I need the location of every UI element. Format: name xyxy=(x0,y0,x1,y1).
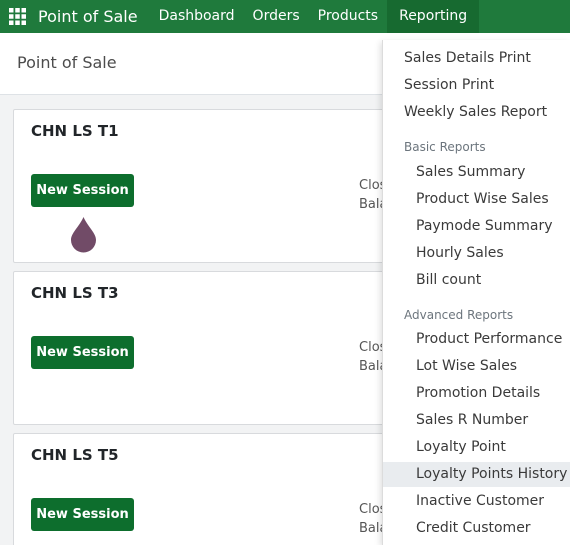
menu-item-bill-count[interactable]: Bill count xyxy=(383,268,570,293)
pos-card-t5: CHN LS T5 New Session Clos Bala xyxy=(13,433,413,545)
menu-item-weekly-sales-report[interactable]: Weekly Sales Report xyxy=(383,100,570,125)
menu-item-sales-summary[interactable]: Sales Summary xyxy=(383,160,570,185)
pos-card-t3: CHN LS T3 New Session Clos Bala xyxy=(13,271,413,425)
advanced-reports-header: Advanced Reports xyxy=(404,308,514,322)
menu-item-loyalty-points-history[interactable]: Loyalty Points History xyxy=(383,462,570,487)
menu-item-session-print[interactable]: Session Print xyxy=(383,73,570,98)
nav-dashboard[interactable]: Dashboard xyxy=(150,0,244,33)
menu-item-promotion-details[interactable]: Promotion Details xyxy=(383,381,570,406)
menu-item-sales-r-number[interactable]: Sales R Number xyxy=(383,408,570,433)
menu-item-sales-details-print[interactable]: Sales Details Print xyxy=(383,46,570,71)
top-navbar: Point of Sale Dashboard Orders Products … xyxy=(0,0,570,33)
pos-card-t1: CHN LS T1 New Session Clos Bala xyxy=(13,109,413,263)
nav-reporting[interactable]: Reporting xyxy=(387,0,480,33)
pos-card-title: CHN LS T5 xyxy=(31,446,119,464)
page-title: Point of Sale xyxy=(17,53,117,72)
menu-item-credit-customer[interactable]: Credit Customer xyxy=(383,516,570,541)
apps-grid-icon[interactable] xyxy=(0,0,34,33)
menu-item-loyalty-point[interactable]: Loyalty Point xyxy=(383,435,570,460)
menu-item-inactive-customer[interactable]: Inactive Customer xyxy=(383,489,570,514)
menu-item-hourly-sales[interactable]: Hourly Sales xyxy=(383,241,570,266)
nav-orders[interactable]: Orders xyxy=(244,0,309,33)
new-session-button[interactable]: New Session xyxy=(31,174,134,207)
cursor-drop-icon xyxy=(71,217,96,253)
menu-item-product-performance[interactable]: Product Performance xyxy=(383,327,570,352)
menu-item-lot-wise-sales[interactable]: Lot Wise Sales xyxy=(383,354,570,379)
nav-products[interactable]: Products xyxy=(309,0,387,33)
pos-card-title: CHN LS T3 xyxy=(31,284,119,302)
reporting-dropdown-menu: Sales Details Print Session Print Weekly… xyxy=(382,40,570,545)
pos-card-title: CHN LS T1 xyxy=(31,122,119,140)
new-session-button[interactable]: New Session xyxy=(31,498,134,531)
app-brand[interactable]: Point of Sale xyxy=(34,0,150,33)
new-session-button[interactable]: New Session xyxy=(31,336,134,369)
menu-item-paymode-summary[interactable]: Paymode Summary xyxy=(383,214,570,239)
basic-reports-header: Basic Reports xyxy=(404,140,486,154)
menu-item-product-wise-sales[interactable]: Product Wise Sales xyxy=(383,187,570,212)
